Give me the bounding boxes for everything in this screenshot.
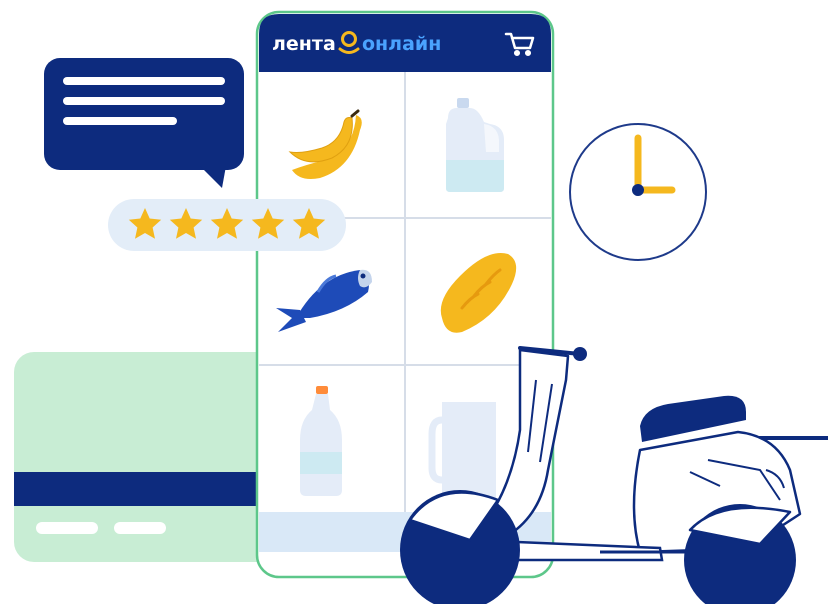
brand-suffix: онлайн [362,33,441,55]
clock-icon [569,123,707,261]
rating-badge [108,199,346,251]
illustration: лента онлайн [14,10,828,604]
brand-name: лента [272,33,336,55]
chat-bubble-icon [44,58,244,188]
